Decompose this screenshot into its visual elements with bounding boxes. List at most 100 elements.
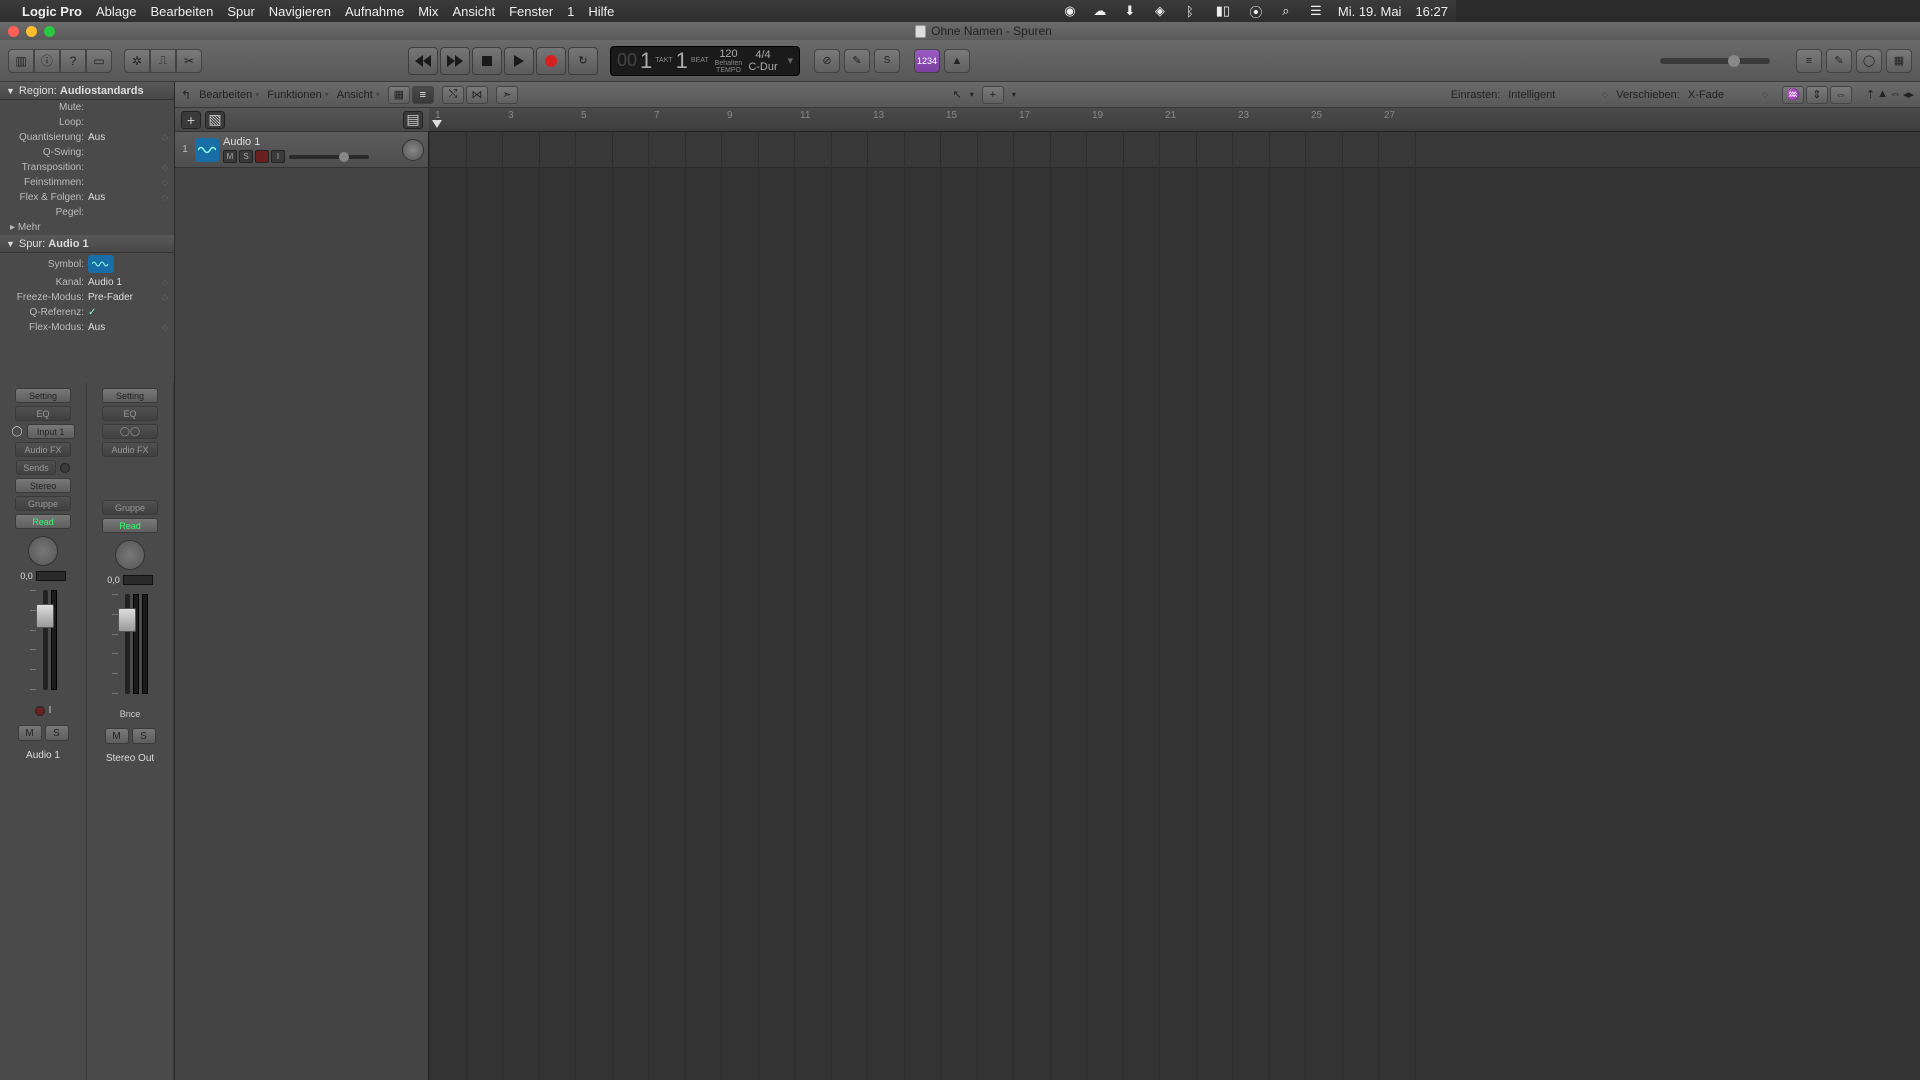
editors-button[interactable]: ✂ [176, 49, 202, 73]
track-header[interactable]: ▼ Spur: Audio 1 [0, 235, 174, 253]
menu-fenster[interactable]: Fenster [509, 4, 553, 19]
add-track-button[interactable]: + [181, 111, 201, 129]
back-arrow-icon[interactable]: ↰ [181, 88, 191, 102]
horizontal-zoom-icon[interactable]: ⇔ [1830, 86, 1852, 104]
wifi-icon[interactable]: ⦿ [1248, 3, 1264, 19]
icloud-icon[interactable]: ☁ [1092, 3, 1108, 19]
automation-mode-2[interactable]: Read [102, 518, 158, 533]
mute-button[interactable]: M [18, 725, 42, 741]
mute-button-2[interactable]: M [105, 728, 129, 744]
balance-knob[interactable] [115, 540, 145, 570]
timeline-ruler[interactable]: 13579111315171921232527 [429, 108, 1920, 132]
app-name[interactable]: Logic Pro [22, 4, 82, 19]
automation-icon[interactable]: ⤭ [442, 86, 464, 104]
playhead-icon[interactable] [432, 120, 442, 128]
group-slot[interactable]: Gruppe [15, 496, 71, 511]
track-solo[interactable]: S [239, 150, 253, 163]
library-button[interactable]: ▥ [8, 49, 34, 73]
eq-slot-2[interactable]: EQ [102, 406, 158, 421]
track-volume-slider[interactable] [289, 155, 369, 159]
inspector-button[interactable]: ⓘ [34, 49, 60, 73]
qref-value[interactable]: ✓ [88, 307, 96, 318]
track-row[interactable]: 1 Audio 1 M S I [175, 132, 428, 168]
track-icon-thumb[interactable] [88, 255, 114, 273]
solo-mode-button[interactable]: S [874, 49, 900, 73]
flex-icon[interactable]: ⋈ [466, 86, 488, 104]
menu-aufnahme[interactable]: Aufnahme [345, 4, 404, 19]
zoom-tool-2-icon[interactable]: ▲ [1877, 88, 1888, 101]
browser-button[interactable]: ▦ [1886, 49, 1912, 73]
edit-menu[interactable]: Bearbeiten▾ [199, 89, 259, 101]
arrange-area[interactable] [429, 132, 1920, 1080]
flex-follow-value[interactable]: Aus [88, 192, 105, 203]
list-editors-button[interactable]: ≡ [1796, 49, 1822, 73]
solo-button-2[interactable]: S [132, 728, 156, 744]
metronome-button[interactable]: ▲ [944, 49, 970, 73]
view-grid-icon[interactable]: ▦ [388, 86, 410, 104]
menu-hilfe[interactable]: Hilfe [588, 4, 614, 19]
arrange-lane[interactable] [429, 132, 1920, 168]
solo-button[interactable]: S [45, 725, 69, 741]
low-latency-button[interactable]: ✎ [844, 49, 870, 73]
group-slot-2[interactable]: Gruppe [102, 500, 158, 515]
channel-value[interactable]: Audio 1 [88, 277, 122, 288]
track-pan-knob[interactable] [402, 139, 424, 161]
region-header[interactable]: ▼ Region: Audiostandards [0, 82, 174, 100]
rewind-button[interactable] [408, 47, 438, 75]
zoom-tool-4-icon[interactable]: ◂▸ [1903, 88, 1914, 101]
control-center-icon[interactable]: ☰ [1308, 3, 1324, 19]
master-fader[interactable] [125, 594, 130, 694]
stereo-icon[interactable]: ◯◯ [102, 424, 158, 439]
mixer-button[interactable]: ⎍ [150, 49, 176, 73]
pointer-tool-icon[interactable]: ↖ [953, 88, 962, 101]
send-knob[interactable] [60, 463, 70, 473]
audiofx-slot-2[interactable]: Audio FX [102, 442, 158, 457]
menu-navigieren[interactable]: Navigieren [269, 4, 331, 19]
menu-mix[interactable]: Mix [418, 4, 438, 19]
catch-icon[interactable]: ➣ [496, 86, 518, 104]
duplicate-track-button[interactable]: ▧ [205, 111, 225, 129]
count-in-button[interactable]: 1234 [914, 49, 940, 73]
record-enable[interactable] [35, 706, 45, 716]
global-tracks-button[interactable]: ▤ [403, 111, 423, 129]
airdrop-icon[interactable]: ◈ [1152, 3, 1168, 19]
menubar-date[interactable]: Mi. 19. Mai [1338, 4, 1402, 19]
add-marker-icon[interactable]: + [982, 86, 1004, 104]
menu-bearbeiten[interactable]: Bearbeiten [150, 4, 213, 19]
replace-mode-button[interactable]: ⊘ [814, 49, 840, 73]
forward-button[interactable] [440, 47, 470, 75]
menu-spur[interactable]: Spur [227, 4, 254, 19]
screen-record-icon[interactable]: ◉ [1062, 3, 1078, 19]
stop-button[interactable] [472, 47, 502, 75]
track-mute[interactable]: M [223, 150, 237, 163]
snap-dropdown[interactable]: Intelligent◇ [1508, 89, 1608, 101]
output-slot[interactable]: Stereo [15, 478, 71, 493]
audiofx-slot[interactable]: Audio FX [15, 442, 71, 457]
battery-icon[interactable]: ▮▯ [1212, 3, 1234, 19]
menubar-time[interactable]: 16:27 [1415, 4, 1448, 19]
record-button[interactable] [536, 47, 566, 75]
toolbar-button[interactable]: ▭ [86, 49, 112, 73]
quant-value[interactable]: Aus [88, 132, 105, 143]
input-slot[interactable]: Input 1 [27, 424, 75, 439]
vertical-zoom-icon[interactable]: ⇕ [1806, 86, 1828, 104]
waveform-zoom-icon[interactable]: ♒ [1782, 86, 1804, 104]
menu-ansicht[interactable]: Ansicht [452, 4, 495, 19]
track-record[interactable] [255, 150, 269, 163]
more-disclosure[interactable]: ▸ Mehr [0, 220, 174, 235]
spotlight-icon[interactable]: ⌕ [1278, 3, 1294, 19]
play-button[interactable] [504, 47, 534, 75]
track-name[interactable]: Audio 1 [223, 136, 398, 148]
zoom-tool-3-icon[interactable]: ⇔ [1890, 88, 1901, 101]
volume-fader[interactable] [43, 590, 48, 690]
eq-slot[interactable]: EQ [15, 406, 71, 421]
setting-button[interactable]: Setting [15, 388, 71, 403]
smart-controls-button[interactable]: ✲ [124, 49, 150, 73]
window-zoom-button[interactable] [44, 26, 55, 37]
view-list-icon[interactable]: ≡ [412, 86, 434, 104]
master-volume-slider[interactable] [1660, 58, 1770, 64]
track-input-monitor[interactable]: I [271, 150, 285, 163]
input-monitor[interactable]: I [49, 705, 52, 716]
menu-1[interactable]: 1 [567, 4, 574, 19]
sends-slot[interactable]: Sends [16, 460, 56, 475]
